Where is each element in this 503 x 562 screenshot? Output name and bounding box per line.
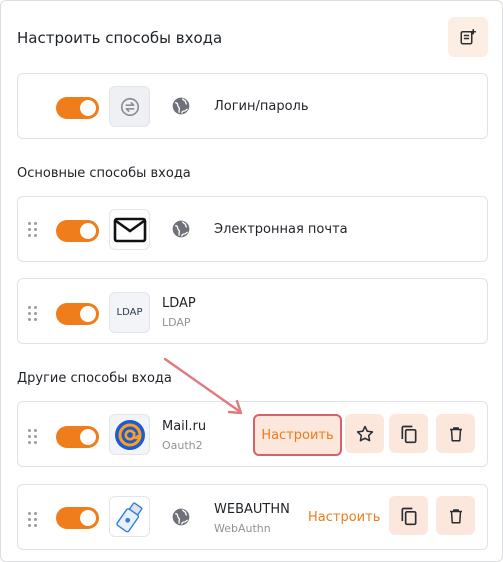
method-label: Электронная почта xyxy=(214,222,348,237)
mailru-toggle[interactable] xyxy=(56,426,99,448)
trash-icon xyxy=(449,426,462,441)
method-card-email: Электронная почта xyxy=(17,196,488,262)
email-tile xyxy=(109,209,150,250)
method-label: LDAP xyxy=(162,296,196,311)
mailru-tile xyxy=(109,414,150,455)
method-card-ldap: LDAP LDAP LDAP xyxy=(17,278,488,344)
usb-key-icon xyxy=(115,501,142,532)
envelope-icon xyxy=(113,217,146,242)
method-label: WEBAUTHN xyxy=(214,502,290,517)
login-password-tile xyxy=(109,86,150,127)
drag-handle[interactable] xyxy=(28,429,38,445)
ldap-tile: LDAP xyxy=(109,292,150,333)
copy-icon xyxy=(401,425,416,443)
login-methods-panel: Настроить способы входа Логин/пароль Осн… xyxy=(0,0,503,562)
globe-icon xyxy=(172,220,190,238)
globe-icon xyxy=(172,508,190,526)
add-note-icon xyxy=(460,29,476,45)
favorite-button[interactable] xyxy=(345,414,384,453)
ldap-toggle[interactable] xyxy=(56,303,99,325)
mailru-configure-button[interactable]: Настроить xyxy=(253,414,342,456)
copy-button[interactable] xyxy=(389,414,428,453)
delete-button[interactable] xyxy=(436,414,475,453)
globe-icon xyxy=(172,97,190,115)
method-label: Mail.ru xyxy=(162,419,207,434)
method-card-webauthn: WEBAUTHN WebAuthn Настроить xyxy=(17,484,488,550)
drag-handle[interactable] xyxy=(28,512,38,528)
webauthn-toggle[interactable] xyxy=(56,507,99,529)
method-sublabel: WebAuthn xyxy=(214,522,271,535)
webauthn-configure-button[interactable]: Настроить xyxy=(308,510,380,525)
method-card-login-password: Логин/пароль xyxy=(17,73,488,139)
webauthn-tile xyxy=(109,496,150,537)
swap-arrows-icon xyxy=(120,97,139,116)
section-main-label: Основные способы входа xyxy=(17,166,191,181)
method-label: Логин/пароль xyxy=(214,99,309,114)
add-method-button[interactable] xyxy=(448,17,488,57)
page-title: Настроить способы входа xyxy=(17,29,223,47)
mailru-at-icon xyxy=(114,419,145,450)
star-icon xyxy=(356,425,373,441)
section-other-label: Другие способы входа xyxy=(17,371,172,386)
ldap-tile-text: LDAP xyxy=(116,307,143,318)
method-sublabel: Oauth2 xyxy=(162,439,203,452)
login-password-toggle[interactable] xyxy=(56,97,99,119)
drag-handle[interactable] xyxy=(28,222,38,238)
copy-icon xyxy=(401,507,416,525)
trash-icon xyxy=(449,508,462,523)
method-sublabel: LDAP xyxy=(162,316,191,329)
copy-button[interactable] xyxy=(389,496,428,535)
delete-button[interactable] xyxy=(436,496,475,535)
email-toggle[interactable] xyxy=(56,220,99,242)
drag-handle[interactable] xyxy=(28,306,38,322)
